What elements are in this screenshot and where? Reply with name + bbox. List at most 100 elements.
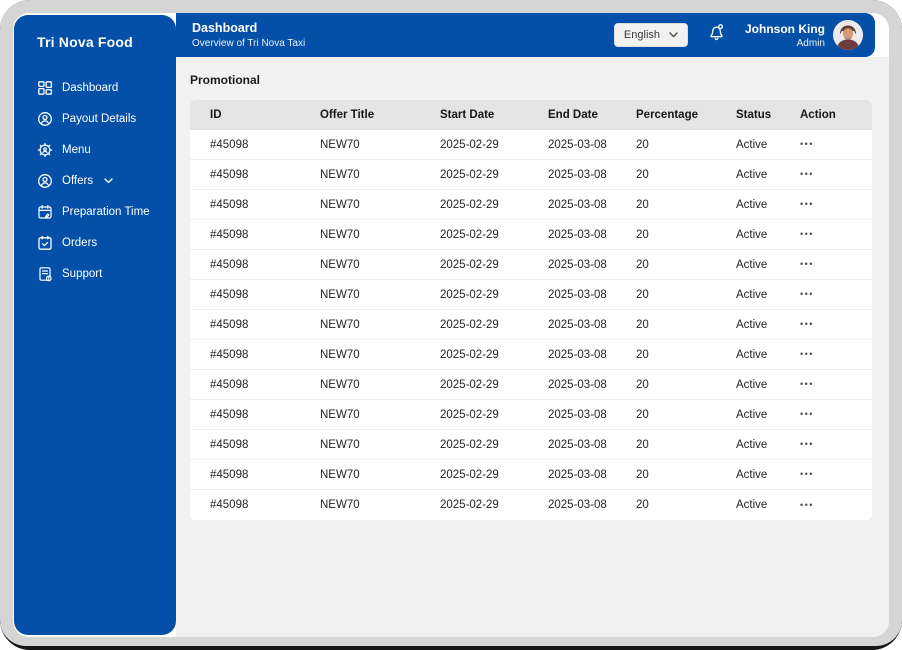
cell-start-date: 2025-02-29 (440, 258, 499, 271)
chevron-down-icon (669, 29, 678, 41)
cell-percentage: 20 (636, 348, 649, 361)
cell-end-date: 2025-03-08 (548, 288, 607, 301)
cell-end-date: 2025-03-08 (548, 468, 607, 481)
cell-end-date: 2025-03-08 (548, 318, 607, 331)
sidebar-item-dashboard[interactable]: Dashboard (14, 72, 176, 103)
row-actions-button[interactable]: ••• (800, 350, 872, 359)
cell-start-date: 2025-02-29 (440, 288, 499, 301)
row-actions-button[interactable]: ••• (800, 380, 872, 389)
cell-start-date: 2025-02-29 (440, 438, 499, 451)
row-actions-button[interactable]: ••• (800, 320, 872, 329)
row-actions-button[interactable]: ••• (800, 500, 872, 510)
sidebar-item-preparation-time[interactable]: Preparation Time (14, 196, 176, 227)
cell-percentage: 20 (636, 198, 649, 211)
col-header-status: Status (736, 109, 772, 121)
cell-percentage: 20 (636, 258, 649, 271)
dashboard-icon (37, 80, 53, 96)
cell-end-date: 2025-03-08 (548, 198, 607, 211)
cell-offer-title: NEW70 (320, 138, 360, 151)
sidebar-item-label: Support (62, 267, 103, 280)
cell-status: Active (736, 408, 768, 421)
cell-status: Active (736, 438, 768, 451)
sidebar-item-label: Preparation Time (62, 205, 150, 218)
cell-id: #45098 (210, 138, 249, 151)
table-row: #45098 NEW70 2025-02-29 2025-03-08 20 Ac… (190, 340, 872, 370)
support-doc-icon (37, 266, 53, 282)
sidebar-nav: Dashboard Payout Details Menu Offers Pre… (14, 72, 176, 289)
header-titles: Dashboard Overview of Tri Nova Taxi (192, 21, 305, 49)
cell-offer-title: NEW70 (320, 499, 360, 511)
col-header-offer-title: Offer Title (320, 109, 375, 121)
notifications-button[interactable] (706, 22, 727, 48)
user-circle-icon (37, 111, 53, 127)
cell-start-date: 2025-02-29 (440, 198, 499, 211)
chevron-down-icon (104, 177, 113, 184)
sidebar-item-payout-details[interactable]: Payout Details (14, 103, 176, 134)
language-selector[interactable]: English (613, 23, 688, 47)
cell-id: #45098 (210, 348, 249, 361)
cell-end-date: 2025-03-08 (548, 348, 607, 361)
cell-status: Active (736, 138, 768, 151)
sidebar-item-offers[interactable]: Offers (14, 165, 176, 196)
cell-status: Active (736, 378, 768, 391)
cell-offer-title: NEW70 (320, 318, 360, 331)
cell-id: #45098 (210, 378, 249, 391)
sidebar-item-menu[interactable]: Menu (14, 134, 176, 165)
cell-id: #45098 (210, 408, 249, 421)
row-actions-button[interactable]: ••• (800, 470, 872, 479)
user-name: Johnson King (745, 21, 825, 36)
language-value: English (623, 29, 660, 41)
sidebar-item-support[interactable]: Support (14, 258, 176, 289)
cell-id: #45098 (210, 318, 249, 331)
app-title: Tri Nova Food (37, 34, 133, 50)
cell-percentage: 20 (636, 228, 649, 241)
cell-start-date: 2025-02-29 (440, 318, 499, 331)
cell-offer-title: NEW70 (320, 228, 360, 241)
cell-status: Active (736, 348, 768, 361)
cell-percentage: 20 (636, 288, 649, 301)
row-actions-button[interactable]: ••• (800, 410, 872, 419)
table-row: #45098 NEW70 2025-02-29 2025-03-08 20 Ac… (190, 400, 872, 430)
table-row: #45098 NEW70 2025-02-29 2025-03-08 20 Ac… (190, 280, 872, 310)
cell-percentage: 20 (636, 408, 649, 421)
table-body: #45098 NEW70 2025-02-29 2025-03-08 20 Ac… (190, 130, 872, 520)
table-row: #45098 NEW70 2025-02-29 2025-03-08 20 Ac… (190, 370, 872, 400)
calendar-edit-icon (37, 204, 53, 220)
sidebar-item-orders[interactable]: Orders (14, 227, 176, 258)
cell-offer-title: NEW70 (320, 198, 360, 211)
table-row: #45098 NEW70 2025-02-29 2025-03-08 20 Ac… (190, 310, 872, 340)
cell-id: #45098 (210, 258, 249, 271)
row-actions-button[interactable]: ••• (800, 170, 872, 179)
bell-icon (706, 22, 727, 48)
cell-end-date: 2025-03-08 (548, 378, 607, 391)
col-header-action: Action (800, 109, 836, 121)
table-row: #45098 NEW70 2025-02-29 2025-03-08 20 Ac… (190, 220, 872, 250)
main-content: Promotional ID Offer Title Start Date En… (176, 57, 889, 637)
row-actions-button[interactable]: ••• (800, 260, 872, 269)
table-row: #45098 NEW70 2025-02-29 2025-03-08 20 Ac… (190, 250, 872, 280)
col-header-end-date: End Date (548, 109, 598, 121)
row-actions-button[interactable]: ••• (800, 230, 872, 239)
cell-percentage: 20 (636, 499, 649, 511)
cell-start-date: 2025-02-29 (440, 378, 499, 391)
page-title: Dashboard (192, 21, 258, 35)
cell-offer-title: NEW70 (320, 348, 360, 361)
app-card: Dashboard Overview of Tri Nova Taxi Engl… (13, 13, 889, 637)
user-profile[interactable]: Johnson King Admin (745, 20, 863, 50)
gear-user-icon (37, 142, 53, 158)
avatar[interactable] (833, 20, 863, 50)
cell-id: #45098 (210, 468, 249, 481)
row-actions-button[interactable]: ••• (800, 290, 872, 299)
cell-percentage: 20 (636, 438, 649, 451)
cell-offer-title: NEW70 (320, 258, 360, 271)
row-actions-button[interactable]: ••• (800, 440, 872, 449)
promotional-table: ID Offer Title Start Date End Date Perce… (190, 100, 872, 520)
row-actions-button[interactable]: ••• (800, 140, 872, 149)
cell-id: #45098 (210, 168, 249, 181)
cell-end-date: 2025-03-08 (548, 258, 607, 271)
cell-status: Active (736, 258, 768, 271)
table-row: #45098 NEW70 2025-02-29 2025-03-08 20 Ac… (190, 430, 872, 460)
page-subtitle: Overview of Tri Nova Taxi (192, 38, 306, 49)
cell-start-date: 2025-02-29 (440, 468, 499, 481)
row-actions-button[interactable]: ••• (800, 200, 872, 209)
